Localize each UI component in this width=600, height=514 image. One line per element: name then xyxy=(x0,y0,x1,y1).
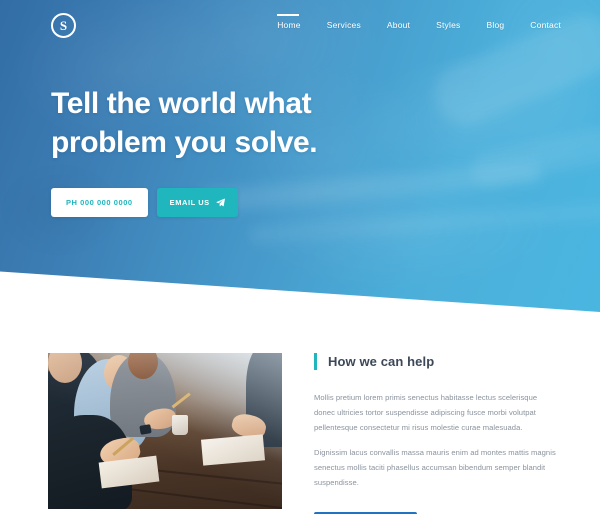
nav-item-styles[interactable]: Styles xyxy=(423,14,473,34)
help-paragraph-1: Mollis pretium lorem primis senectus hab… xyxy=(314,393,538,432)
email-us-button[interactable]: EMAIL US xyxy=(156,188,238,217)
nav-item-contact[interactable]: Contact xyxy=(517,14,574,34)
nav-links: Home Services About Styles Blog Contact xyxy=(264,14,574,34)
team-meeting-photo xyxy=(48,353,282,509)
navbar: S Home Services About Styles Blog Contac… xyxy=(0,0,600,48)
help-text-column: How we can help Mollis pretium lorem pri… xyxy=(314,353,558,514)
nav-item-home[interactable]: Home xyxy=(264,14,313,34)
photo-scene xyxy=(48,353,282,509)
nav-item-about[interactable]: About xyxy=(374,14,423,34)
nav-item-services[interactable]: Services xyxy=(314,14,374,34)
paper-plane-icon xyxy=(216,198,225,207)
hero-headline-line-2: problem you solve. xyxy=(51,126,318,159)
hero-button-group: PH 000 000 0000 EMAIL US xyxy=(51,188,471,217)
hero-headline-line-1: Tell the world what xyxy=(51,87,312,120)
email-us-label: EMAIL US xyxy=(169,198,210,207)
photo-window-light xyxy=(48,353,282,509)
section-heading: How we can help xyxy=(314,353,558,370)
circle-s-logo-icon[interactable]: S xyxy=(51,13,76,38)
landing-page: S Home Services About Styles Blog Contac… xyxy=(0,0,600,514)
help-paragraph-2: Dignissim lacus convallis massa mauris e… xyxy=(314,448,556,487)
nav-item-blog[interactable]: Blog xyxy=(473,14,517,34)
phone-button[interactable]: PH 000 000 0000 xyxy=(51,188,148,217)
section-title: How we can help xyxy=(328,354,435,369)
hero-headline: Tell the world what problem you solve. xyxy=(51,84,471,162)
logo-letter: S xyxy=(59,18,68,33)
teal-accent-bar-icon xyxy=(314,353,317,370)
hero-content: Tell the world what problem you solve. P… xyxy=(51,84,471,217)
